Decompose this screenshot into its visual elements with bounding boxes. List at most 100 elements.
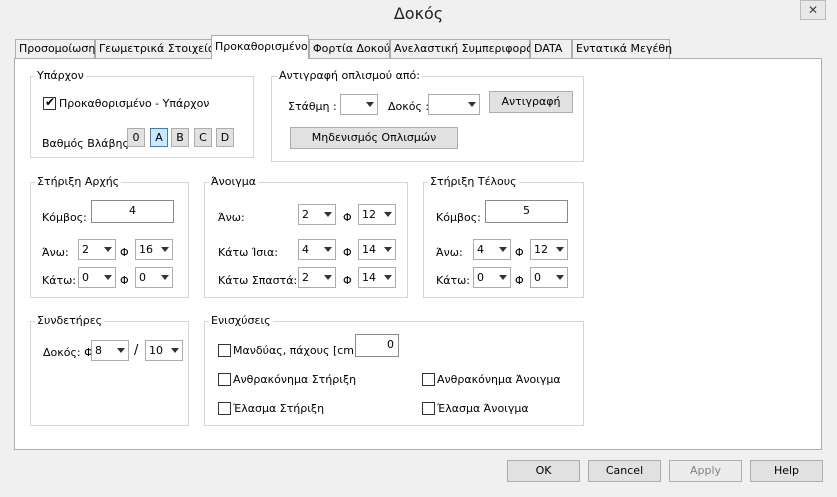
stirrups-separator: / (134, 343, 139, 358)
level-select[interactable] (340, 94, 378, 115)
level-label: Στάθμη : (288, 100, 337, 113)
phi-label: Φ (120, 246, 129, 259)
span-bent-count-select[interactable]: 2 (298, 267, 336, 288)
predefined-existing-label: Προκαθορισμένο - Υπάρχον (59, 97, 210, 110)
chevron-down-icon (556, 275, 564, 280)
plate-support-checkbox[interactable] (218, 402, 231, 415)
beam-label: Δοκός : (388, 100, 430, 113)
span-straight-label: Κάτω Ίσια: (218, 246, 278, 259)
copy-button[interactable]: Αντιγραφή (489, 91, 573, 113)
span-bent-dia-select[interactable]: 14 (358, 267, 396, 288)
start-bottom-label: Κάτω: (42, 274, 77, 287)
beam-select[interactable] (428, 94, 480, 115)
chevron-down-icon (556, 247, 564, 252)
start-bottom-dia-select[interactable]: 0 (135, 267, 173, 288)
chevron-down-icon (384, 212, 392, 217)
chevron-down-icon (171, 348, 179, 353)
start-node-label: Κόμβος: (42, 211, 87, 224)
plate-support-label: Έλασμα Στήριξη (233, 402, 325, 415)
chevron-down-icon (384, 247, 392, 252)
phi-label: Φ (343, 246, 352, 259)
phi-label: Φ (343, 211, 352, 224)
start-node-field[interactable]: 4 (91, 200, 174, 223)
damage-grade-b-button[interactable]: B (171, 128, 189, 147)
tab-inelastic[interactable]: Ανελαστική Συμπεριφορά (390, 39, 533, 58)
damage-grade-a-button[interactable]: A (150, 128, 168, 147)
chevron-down-icon (324, 247, 332, 252)
chevron-down-icon (104, 247, 112, 252)
end-bottom-label: Κάτω: (436, 274, 471, 287)
damage-grade-label: Βαθμός Βλάβης (42, 137, 129, 150)
phi-label: Φ (120, 274, 129, 287)
end-node-label: Κόμβος: (436, 211, 481, 224)
chevron-down-icon (499, 275, 507, 280)
start-top-count-select[interactable]: 2 (78, 239, 116, 260)
close-button[interactable]: ✕ (800, 0, 826, 20)
end-bottom-dia-select[interactable]: 0 (530, 267, 568, 288)
jacket-checkbox[interactable] (218, 344, 231, 357)
span-legend: Άνοιγμα (209, 175, 258, 188)
zero-reinforcement-button[interactable]: Μηδενισμός Οπλισμών (290, 127, 458, 149)
tab-beam-loads[interactable]: Φορτία Δοκού (309, 39, 390, 58)
copy-group (271, 76, 584, 162)
span-top-label: Άνω: (218, 211, 245, 224)
chevron-down-icon (117, 348, 125, 353)
span-top-dia-select[interactable]: 12 (358, 204, 396, 225)
span-straight-count-select[interactable]: 4 (298, 239, 336, 260)
damage-grade-0-button[interactable]: 0 (127, 128, 145, 147)
plate-span-label: Έλασμα Άνοιγμα (437, 402, 529, 415)
reinforcements-legend: Ενισχύσεις (209, 314, 273, 327)
predefined-existing-checkbox[interactable]: ✔ (43, 95, 56, 110)
damage-grade-d-button[interactable]: D (216, 128, 234, 147)
stirrups-spacing-select[interactable]: 10 (145, 340, 183, 361)
end-top-count-select[interactable]: 4 (473, 239, 511, 260)
stirrups-label: Δοκός: Φ (43, 346, 93, 359)
tab-internal-forces[interactable]: Εντατικά Μεγέθη (572, 39, 672, 58)
jacket-thickness-field[interactable]: 0 (355, 334, 399, 357)
apply-button[interactable]: Apply (669, 460, 742, 482)
tab-predefined[interactable]: Προκαθορισμένο (211, 35, 309, 59)
chevron-down-icon (161, 275, 169, 280)
tab-geometry[interactable]: Γεωμετρικά Στοιχεία (95, 39, 215, 58)
help-button[interactable]: Help (750, 460, 823, 482)
phi-label: Φ (343, 274, 352, 287)
span-top-count-select[interactable]: 2 (298, 204, 336, 225)
span-straight-dia-select[interactable]: 14 (358, 239, 396, 260)
chevron-down-icon (384, 275, 392, 280)
stirrups-group (30, 321, 189, 426)
end-node-field[interactable]: 5 (485, 200, 568, 223)
chevron-down-icon (366, 102, 374, 107)
cfrp-span-label: Ανθρακόνημα Άνοιγμα (437, 373, 561, 386)
jacket-label: Μανδύας, πάχους [cm] (233, 344, 359, 357)
window-title: Δοκός (393, 4, 444, 23)
chevron-down-icon (499, 247, 507, 252)
chevron-down-icon (324, 212, 332, 217)
chevron-down-icon (161, 247, 169, 252)
cfrp-span-checkbox[interactable] (422, 373, 435, 386)
phi-label: Φ (515, 274, 524, 287)
check-icon: ✔ (45, 95, 56, 109)
start-bottom-count-select[interactable]: 0 (78, 267, 116, 288)
cancel-button[interactable]: Cancel (588, 460, 661, 482)
phi-label: Φ (515, 246, 524, 259)
stirrups-legend: Συνδετήρες (35, 314, 105, 327)
tab-data[interactable]: DATA (530, 39, 572, 58)
plate-span-checkbox[interactable] (422, 402, 435, 415)
stirrups-dia-select[interactable]: 8 (91, 340, 129, 361)
end-bottom-count-select[interactable]: 0 (473, 267, 511, 288)
chevron-down-icon (324, 275, 332, 280)
span-bent-label: Κάτω Σπαστά: (218, 274, 298, 287)
end-top-dia-select[interactable]: 12 (530, 239, 568, 260)
damage-grade-c-button[interactable]: C (194, 128, 212, 147)
start-top-dia-select[interactable]: 16 (135, 239, 173, 260)
ok-button[interactable]: OK (507, 460, 580, 482)
start-top-label: Άνω: (42, 246, 69, 259)
cfrp-support-checkbox[interactable] (218, 373, 231, 386)
copy-legend: Αντιγραφή οπλισμού από: (277, 69, 422, 82)
start-support-legend: Στήριξη Αρχής (35, 175, 122, 188)
tab-simulation[interactable]: Προσομοίωση (15, 39, 95, 58)
end-top-label: Άνω: (436, 246, 463, 259)
cfrp-support-label: Ανθρακόνημα Στήριξη (233, 373, 357, 386)
end-support-legend: Στήριξη Τέλους (428, 175, 519, 188)
existing-legend: Υπάρχον (35, 69, 86, 82)
